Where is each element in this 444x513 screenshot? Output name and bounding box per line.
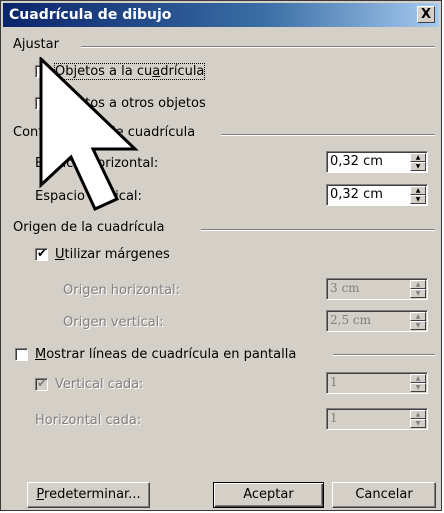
vertical-every-option: ✔ Vertical cada: [35, 376, 144, 392]
snap-to-objects-checkbox[interactable] [35, 97, 48, 110]
spin-up-icon: ▲ [410, 410, 426, 419]
show-gridlines-option[interactable]: Mostrar líneas de cuadrícula en pantalla [15, 347, 296, 362]
show-gridlines-label: Mostrar líneas de cuadrícula en pantalla [35, 347, 297, 362]
vertical-every-field: 1 ▲ ▼ [326, 372, 428, 394]
use-margins-checkbox[interactable]: ✔ [35, 246, 48, 261]
spin-down-icon: ▼ [410, 419, 426, 428]
snap-to-grid-label: Objetos a la cuadrícula [53, 63, 206, 80]
horizontal-spacing-field[interactable]: 0,32 cm ▲ ▼ [326, 151, 428, 173]
spin-up-icon: ▲ [410, 312, 426, 321]
dialog-title: Cuadrícula de dibujo [9, 7, 172, 23]
group-divider [333, 354, 435, 356]
vertical-spacing-spinner[interactable]: ▲ ▼ [410, 186, 426, 204]
vertical-every-spinner: ▲ ▼ [410, 374, 426, 392]
snap-to-grid-option[interactable]: Objetos a la cuadrícula [35, 63, 206, 80]
cancel-button[interactable]: Cancelar [332, 482, 436, 508]
spin-up-icon[interactable]: ▲ [410, 153, 426, 162]
checkmark-icon: ✔ [37, 376, 48, 390]
origin-horizontal-label: Origen horizontal: [63, 283, 181, 298]
vertical-every-label: Vertical cada: [55, 377, 144, 392]
show-gridlines-checkbox[interactable] [15, 348, 28, 361]
horizontal-spacing-spinner[interactable]: ▲ ▼ [410, 153, 426, 171]
vertical-every-checkbox: ✔ [35, 376, 48, 391]
group-divider [81, 46, 435, 48]
ok-button[interactable]: Aceptar [213, 482, 324, 508]
spin-up-icon: ▲ [410, 374, 426, 383]
origin-vertical-value: 2,5 cm [330, 313, 371, 327]
horizontal-every-field: 1 ▲ ▼ [326, 408, 428, 430]
spin-down-icon[interactable]: ▼ [410, 195, 426, 204]
horizontal-spacing-value[interactable]: 0,32 cm [330, 154, 383, 169]
spin-up-icon: ▲ [410, 280, 426, 289]
origin-vertical-field: 2,5 cm ▲ ▼ [326, 310, 428, 332]
horizontal-every-label: Horizontal cada: [35, 413, 142, 428]
grid-dialog: Cuadrícula de dibujo X Ajustar Objetos a… [0, 0, 442, 511]
checkmark-icon: ✔ [37, 246, 48, 260]
group-label-origen: Origen de la cuadrícula [13, 220, 171, 235]
spin-down-icon: ▼ [410, 321, 426, 330]
vertical-every-value: 1 [330, 375, 338, 389]
snap-to-objects-label: Objetos a otros objetos [55, 96, 206, 111]
origin-horizontal-spinner: ▲ ▼ [410, 280, 426, 298]
horizontal-every-value: 1 [330, 411, 338, 425]
spin-up-icon[interactable]: ▲ [410, 186, 426, 195]
origin-vertical-spinner: ▲ ▼ [410, 312, 426, 330]
horizontal-spacing-label: Espacio horizontal: [35, 156, 159, 171]
horizontal-every-spinner: ▲ ▼ [410, 410, 426, 428]
vertical-spacing-field[interactable]: 0,32 cm ▲ ▼ [326, 184, 428, 206]
use-margins-label: Utilizar márgenes [55, 247, 170, 262]
snap-to-objects-option[interactable]: Objetos a otros objetos [35, 96, 206, 111]
defaults-button[interactable]: Predeterminar... [27, 482, 150, 508]
group-label-config: Configuración de cuadrícula [13, 125, 202, 140]
title-bar: Cuadrícula de dibujo X [3, 3, 439, 27]
use-margins-option[interactable]: ✔ Utilizar márgenes [35, 246, 170, 262]
vertical-spacing-label: Espacio vertical: [35, 189, 142, 204]
vertical-spacing-value[interactable]: 0,32 cm [330, 187, 383, 202]
group-label-ajustar: Ajustar [13, 37, 65, 52]
origin-horizontal-field: 3 cm ▲ ▼ [326, 278, 428, 300]
group-divider [201, 229, 435, 231]
close-button[interactable]: X [417, 6, 435, 23]
spin-down-icon[interactable]: ▼ [410, 162, 426, 171]
spin-down-icon: ▼ [410, 289, 426, 298]
origin-vertical-label: Origen vertical: [63, 315, 164, 330]
spin-down-icon: ▼ [410, 383, 426, 392]
snap-to-grid-checkbox[interactable] [35, 65, 48, 78]
group-divider [221, 134, 435, 136]
origin-horizontal-value: 3 cm [330, 281, 360, 295]
